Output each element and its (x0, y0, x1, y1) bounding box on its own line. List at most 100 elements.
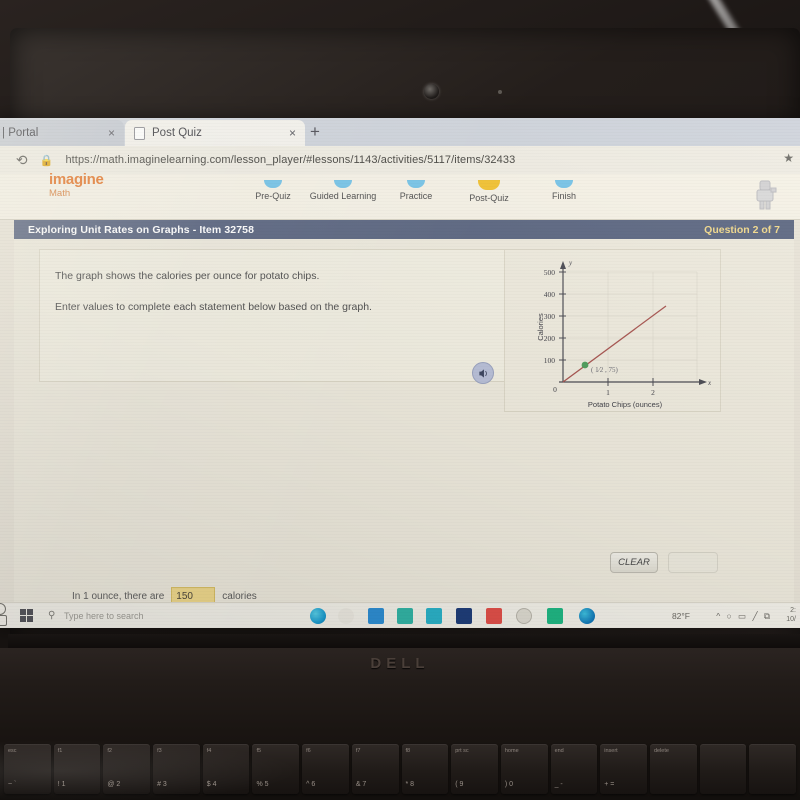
keyboard-key[interactable]: esc ~ ` (4, 744, 51, 794)
key-label: f7 (355, 748, 361, 754)
avatar-icon[interactable] (752, 180, 778, 210)
key-sublabel: + = (604, 781, 615, 788)
keyboard-key[interactable]: f1 ! 1 (53, 744, 101, 794)
browser-address-bar[interactable]: ⟳ 🔒 https://math.imaginelearning.com/les… (0, 146, 800, 174)
y-tick-200: 200 (544, 334, 556, 343)
y-tick-100: 100 (544, 356, 556, 365)
keyboard-key[interactable]: delete (649, 744, 697, 794)
keyboard-key[interactable] (749, 744, 796, 794)
key-label: insert (604, 748, 618, 754)
keyboard-key[interactable]: prt sc ( 9 (451, 744, 498, 794)
nav-tab-pre-quiz[interactable]: Pre-Quiz (235, 180, 311, 202)
taskbar-clock[interactable]: 2: 10/ (786, 606, 796, 624)
key-label: f3 (157, 748, 162, 754)
svg-text:x: x (707, 379, 712, 387)
key-sublabel: ^ 6 (306, 781, 316, 788)
x-tick-2: 2 (651, 388, 655, 397)
clock-time: 2: (790, 607, 796, 614)
keyboard-key[interactable]: f8 * 8 (401, 744, 449, 794)
keyboard-key[interactable]: f2 @ 2 (103, 744, 151, 794)
keyboard-key[interactable]: f4 $ 4 (202, 744, 250, 794)
nav-tab-practice[interactable]: Practice (378, 180, 454, 202)
key-sublabel: % 5 (256, 781, 269, 788)
keyboard-key[interactable]: f7 & 7 (351, 744, 399, 794)
powerpoint-icon[interactable] (486, 608, 502, 624)
nav-tab-label: Post-Quiz (469, 193, 509, 203)
nav-tab-guided-learning[interactable]: Guided Learning (305, 180, 381, 202)
chrome-icon[interactable] (338, 608, 354, 624)
key-sublabel: * 8 (405, 781, 415, 788)
nav-tab-label: Finish (551, 191, 576, 201)
photo-of-laptop: r | Portal × Post Quiz × + ⟳ 🔒 https://m… (0, 0, 800, 800)
key-label: f1 (57, 748, 63, 754)
key-sublabel: ~ ` (8, 781, 17, 788)
graph-card: y x 500 400 300 200 100 1 2 0 Calories P… (504, 249, 721, 412)
statement-1-prefix: In 1 ounce, there are (72, 590, 165, 602)
keyboard-key[interactable]: f5 % 5 (252, 744, 300, 794)
keyboard-key[interactable]: f6 ^ 6 (302, 744, 349, 794)
windows-start-icon[interactable] (20, 609, 33, 622)
clear-button[interactable]: CLEAR (610, 552, 658, 573)
x-axis: x (559, 379, 712, 387)
app-header: imagine Math Pre-Quiz Guided Learning Pr… (0, 172, 800, 220)
browser-tab-strip: r | Portal × Post Quiz × + (0, 118, 800, 146)
nav-dot (334, 180, 352, 188)
y-axis-label: Calories (536, 313, 545, 341)
system-tray-icons[interactable]: ^ ○ ▭ ╱ ⧉ (716, 611, 772, 622)
key-label: f6 (306, 748, 311, 754)
new-tab-button[interactable]: + (310, 123, 320, 140)
lock-icon: 🔒 (39, 154, 54, 167)
mail-icon[interactable] (397, 608, 413, 624)
x-tick-1: 1 (606, 388, 610, 397)
key-label: f2 (107, 748, 112, 754)
key-sublabel: @ 2 (107, 781, 121, 788)
keyboard-key[interactable]: insert + = (600, 744, 647, 794)
webcam-led (498, 90, 502, 94)
word-icon[interactable] (456, 608, 472, 624)
x-axis-label: Potato Chips (ounces) (588, 400, 663, 409)
search-input[interactable]: Type here to search (64, 611, 144, 621)
key-label: f4 (206, 748, 212, 754)
x-tick-labels: 1 2 0 (553, 385, 655, 397)
cortana-icon[interactable] (0, 603, 6, 615)
edge-icon[interactable] (310, 608, 326, 624)
weather-temperature[interactable]: 82°F (672, 611, 690, 621)
nav-dot-active (478, 180, 500, 190)
close-icon[interactable]: × (289, 127, 296, 139)
keyboard-key[interactable] (699, 744, 747, 794)
key-sublabel: # 3 (157, 781, 167, 788)
browser-tab-portal[interactable]: r | Portal × (0, 120, 124, 146)
outlook-icon[interactable] (516, 608, 532, 624)
windows-taskbar: ⚲ Type here to search 82°F ^ ○ ▭ ╱ ⧉ 2: … (0, 602, 800, 628)
url-text: https://math.imaginelearning.com/lesson_… (65, 154, 516, 166)
edge-dev-icon[interactable] (579, 608, 595, 624)
task-view-icon[interactable] (0, 615, 7, 626)
extension-icon[interactable]: ★ (783, 151, 794, 165)
speaker-icon[interactable] (472, 362, 494, 384)
windows-icon[interactable] (426, 608, 442, 624)
reload-icon[interactable]: ⟳ (16, 152, 28, 169)
nav-tab-label: Practice (399, 191, 433, 201)
close-icon[interactable]: × (108, 127, 115, 139)
page-icon (134, 126, 145, 140)
key-label: prt sc (455, 748, 469, 754)
submit-button[interactable] (668, 552, 718, 573)
key-label: end (554, 748, 564, 754)
keyboard-key[interactable]: home) 0 (500, 744, 548, 794)
browser-tab-post-quiz[interactable]: Post Quiz × (125, 120, 305, 146)
excel-icon[interactable] (547, 608, 563, 624)
prompt-card: The graph shows the calories per ounce f… (39, 249, 509, 382)
origin-label: 0 (553, 385, 557, 394)
nav-tab-post-quiz[interactable]: Post-Quiz (451, 180, 527, 204)
key-label: home (504, 748, 519, 754)
tab-title: r | Portal (0, 127, 39, 139)
nav-tab-label: Guided Learning (309, 191, 377, 201)
keyboard-key[interactable]: end _ - (550, 744, 598, 794)
store-icon[interactable] (368, 608, 384, 624)
key-label: f8 (405, 748, 411, 754)
search-icon[interactable]: ⚲ (48, 610, 55, 621)
keyboard-key[interactable]: f3 # 3 (153, 744, 200, 794)
key-sublabel: _ - (554, 781, 563, 788)
keyboard-function-row[interactable]: esc ~ ` f1 ! 1 f2 @ 2 f3 # 3 f4 $ 4 f5 % 5 f6 ^ 6 f7 & … (0, 744, 800, 800)
nav-tab-finish[interactable]: Finish (526, 180, 602, 202)
